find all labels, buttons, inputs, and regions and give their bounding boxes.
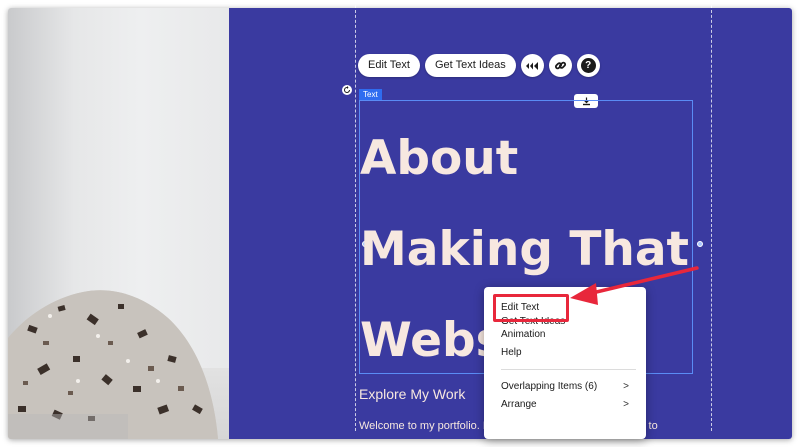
heading-line-3: Webs — [360, 313, 504, 368]
menu-item-overlapping-items[interactable]: Overlapping Items (6) > — [484, 378, 646, 396]
chevron-right-icon: > — [623, 399, 629, 410]
refresh-icon — [344, 86, 350, 93]
menu-item-label: Arrange — [501, 399, 537, 410]
menu-item-label: Overlapping Items (6) — [501, 381, 598, 392]
menu-item-arrange[interactable]: Arrange > — [484, 396, 646, 414]
body-text: Welcome to my portfolio. F s to — [359, 420, 658, 432]
chevron-right-icon: > — [623, 381, 629, 392]
animation-icon — [526, 61, 539, 70]
help-icon: ? — [580, 58, 596, 73]
edit-text-button[interactable]: Edit Text — [358, 54, 420, 77]
help-button[interactable]: ? — [576, 54, 600, 77]
menu-item-help[interactable]: Help — [484, 344, 646, 362]
element-toolbar: Edit Text Get Text Ideas ? — [358, 54, 600, 77]
highlight-annotation — [493, 294, 569, 322]
get-text-ideas-button[interactable]: Get Text Ideas — [425, 54, 516, 77]
heading-line-1: About — [360, 131, 519, 186]
link-button[interactable] — [548, 54, 572, 77]
terrazzo-stone-image — [8, 290, 218, 439]
element-type-tag: Text — [359, 89, 382, 100]
subheading: Explore My Work — [359, 386, 466, 402]
arrow-annotation-icon — [570, 266, 699, 305]
body-text-visible: Welcome to my portfolio. F — [359, 420, 490, 432]
animation-button[interactable] — [520, 54, 544, 77]
link-icon — [554, 61, 566, 70]
layout-guide-right — [711, 0, 712, 431]
menu-item-label: Animation — [501, 329, 546, 340]
rotate-handle[interactable] — [341, 84, 353, 96]
menu-item-label: Help — [501, 347, 522, 358]
menu-item-animation[interactable]: Animation — [484, 326, 646, 344]
layout-guide-left — [355, 0, 356, 431]
resize-handle-right[interactable] — [697, 241, 703, 247]
menu-divider — [501, 369, 636, 370]
